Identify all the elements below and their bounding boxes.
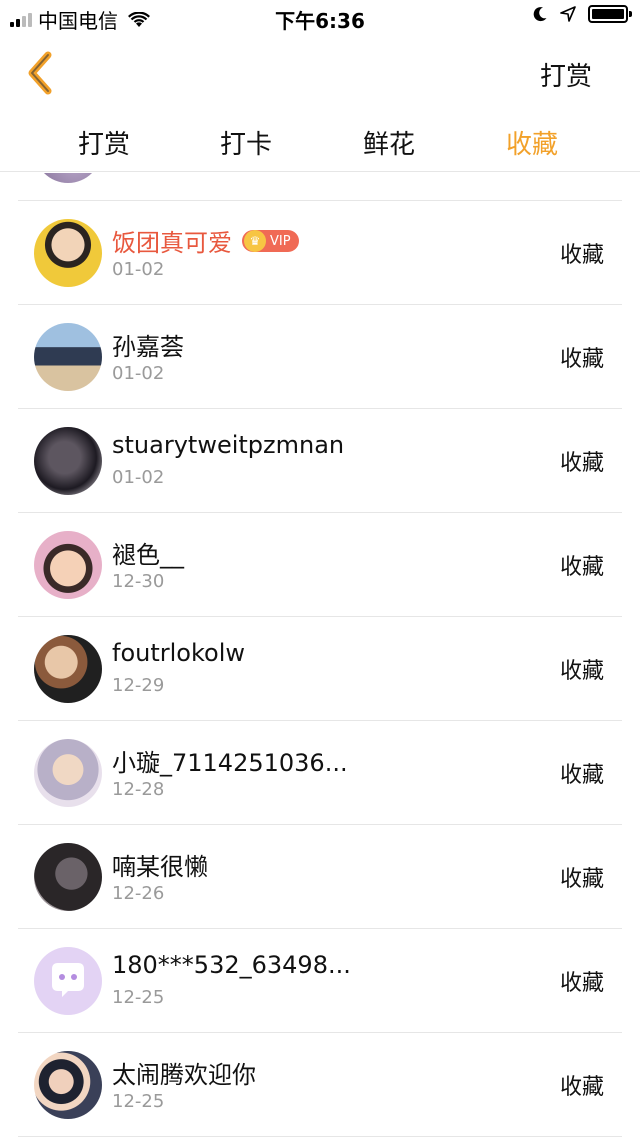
avatar[interactable] [34, 843, 102, 911]
location-arrow-icon [560, 6, 576, 22]
favorite-action[interactable]: 收藏 [560, 653, 604, 685]
user-name: foutrlokolw [112, 639, 245, 667]
item-date: 12-26 [112, 883, 165, 904]
favorite-action[interactable]: 收藏 [560, 549, 604, 581]
favorite-action[interactable]: 收藏 [560, 341, 604, 373]
favorite-action[interactable]: 收藏 [560, 1069, 604, 1101]
avatar[interactable] [34, 635, 102, 703]
item-date: 01-02 [112, 363, 165, 384]
avatar[interactable] [34, 739, 102, 807]
list-item[interactable]: 小璇_7114251036... 12-28 收藏 [18, 720, 622, 824]
list-item[interactable]: 喃某很懒 12-26 收藏 [18, 824, 622, 928]
list-item[interactable]: 饭团真可爱 ♛ VIP 01-02 收藏 [18, 200, 622, 304]
item-date: 12-25 [112, 987, 165, 1008]
user-name: stuarytweitpzmnan [112, 431, 345, 459]
nav-right-button[interactable]: 打赏 [540, 56, 592, 93]
item-date: 12-30 [112, 571, 165, 592]
avatar[interactable] [34, 323, 102, 391]
list-item[interactable]: 180***532_63498... 12-25 收藏 [18, 928, 622, 1032]
status-bar: 中国电信 下午6:36 [0, 0, 640, 36]
nav-bar: 打赏 [0, 36, 640, 110]
user-name: 饭团真可爱 ♛ VIP [112, 223, 299, 258]
item-date: 12-29 [112, 675, 165, 696]
list-item[interactable]: 褪色__ 12-30 收藏 [18, 512, 622, 616]
tab-shoucang[interactable]: 收藏 [506, 124, 558, 161]
item-date: 01-02 [112, 467, 165, 488]
favorite-action[interactable]: 收藏 [560, 965, 604, 997]
vip-badge: ♛ VIP [242, 230, 299, 252]
user-name: 180***532_63498... [112, 951, 351, 979]
favorite-action[interactable]: 收藏 [560, 445, 604, 477]
tab-daka[interactable]: 打卡 [220, 124, 272, 161]
tab-bar: 打赏 打卡 鲜花 收藏 [0, 110, 640, 172]
back-chevron-icon[interactable] [22, 50, 58, 96]
favorite-action[interactable]: 收藏 [560, 757, 604, 789]
favorite-action[interactable]: 收藏 [560, 861, 604, 893]
item-date: 12-28 [112, 779, 165, 800]
divider [18, 1136, 622, 1137]
avatar[interactable] [34, 219, 102, 287]
avatar [34, 173, 102, 183]
user-name: 孙嘉荟 [112, 333, 184, 361]
avatar[interactable] [34, 1051, 102, 1119]
user-name: 褪色__ [112, 541, 184, 569]
tab-xianhua[interactable]: 鲜花 [363, 124, 415, 161]
battery-icon [588, 5, 632, 23]
user-name: 喃某很懒 [112, 853, 208, 881]
avatar[interactable] [34, 427, 102, 495]
chat-bubble-icon [52, 963, 84, 997]
item-date: 01-02 [112, 259, 165, 280]
tab-dashang[interactable]: 打赏 [78, 124, 130, 161]
list-item[interactable]: stuarytweitpzmnan 01-02 收藏 [18, 408, 622, 512]
list-item[interactable]: foutrlokolw 12-29 收藏 [18, 616, 622, 720]
list-item[interactable]: 太闹腾欢迎你 12-25 收藏 [18, 1032, 622, 1136]
moon-icon [533, 7, 547, 22]
status-right [532, 5, 632, 23]
user-name: 小璇_7114251036... [112, 749, 348, 777]
crown-icon: ♛ [244, 230, 266, 252]
favorites-list[interactable]: 饭团真可爱 ♛ VIP 01-02 收藏 孙嘉荟 01-02 收藏 stuarytw… [0, 173, 640, 1139]
item-date: 12-25 [112, 1091, 165, 1112]
list-item[interactable]: 孙嘉荟 01-02 收藏 [18, 304, 622, 408]
user-name: 太闹腾欢迎你 [112, 1061, 256, 1089]
favorite-action[interactable]: 收藏 [560, 237, 604, 269]
avatar[interactable] [34, 947, 102, 1015]
avatar[interactable] [34, 531, 102, 599]
